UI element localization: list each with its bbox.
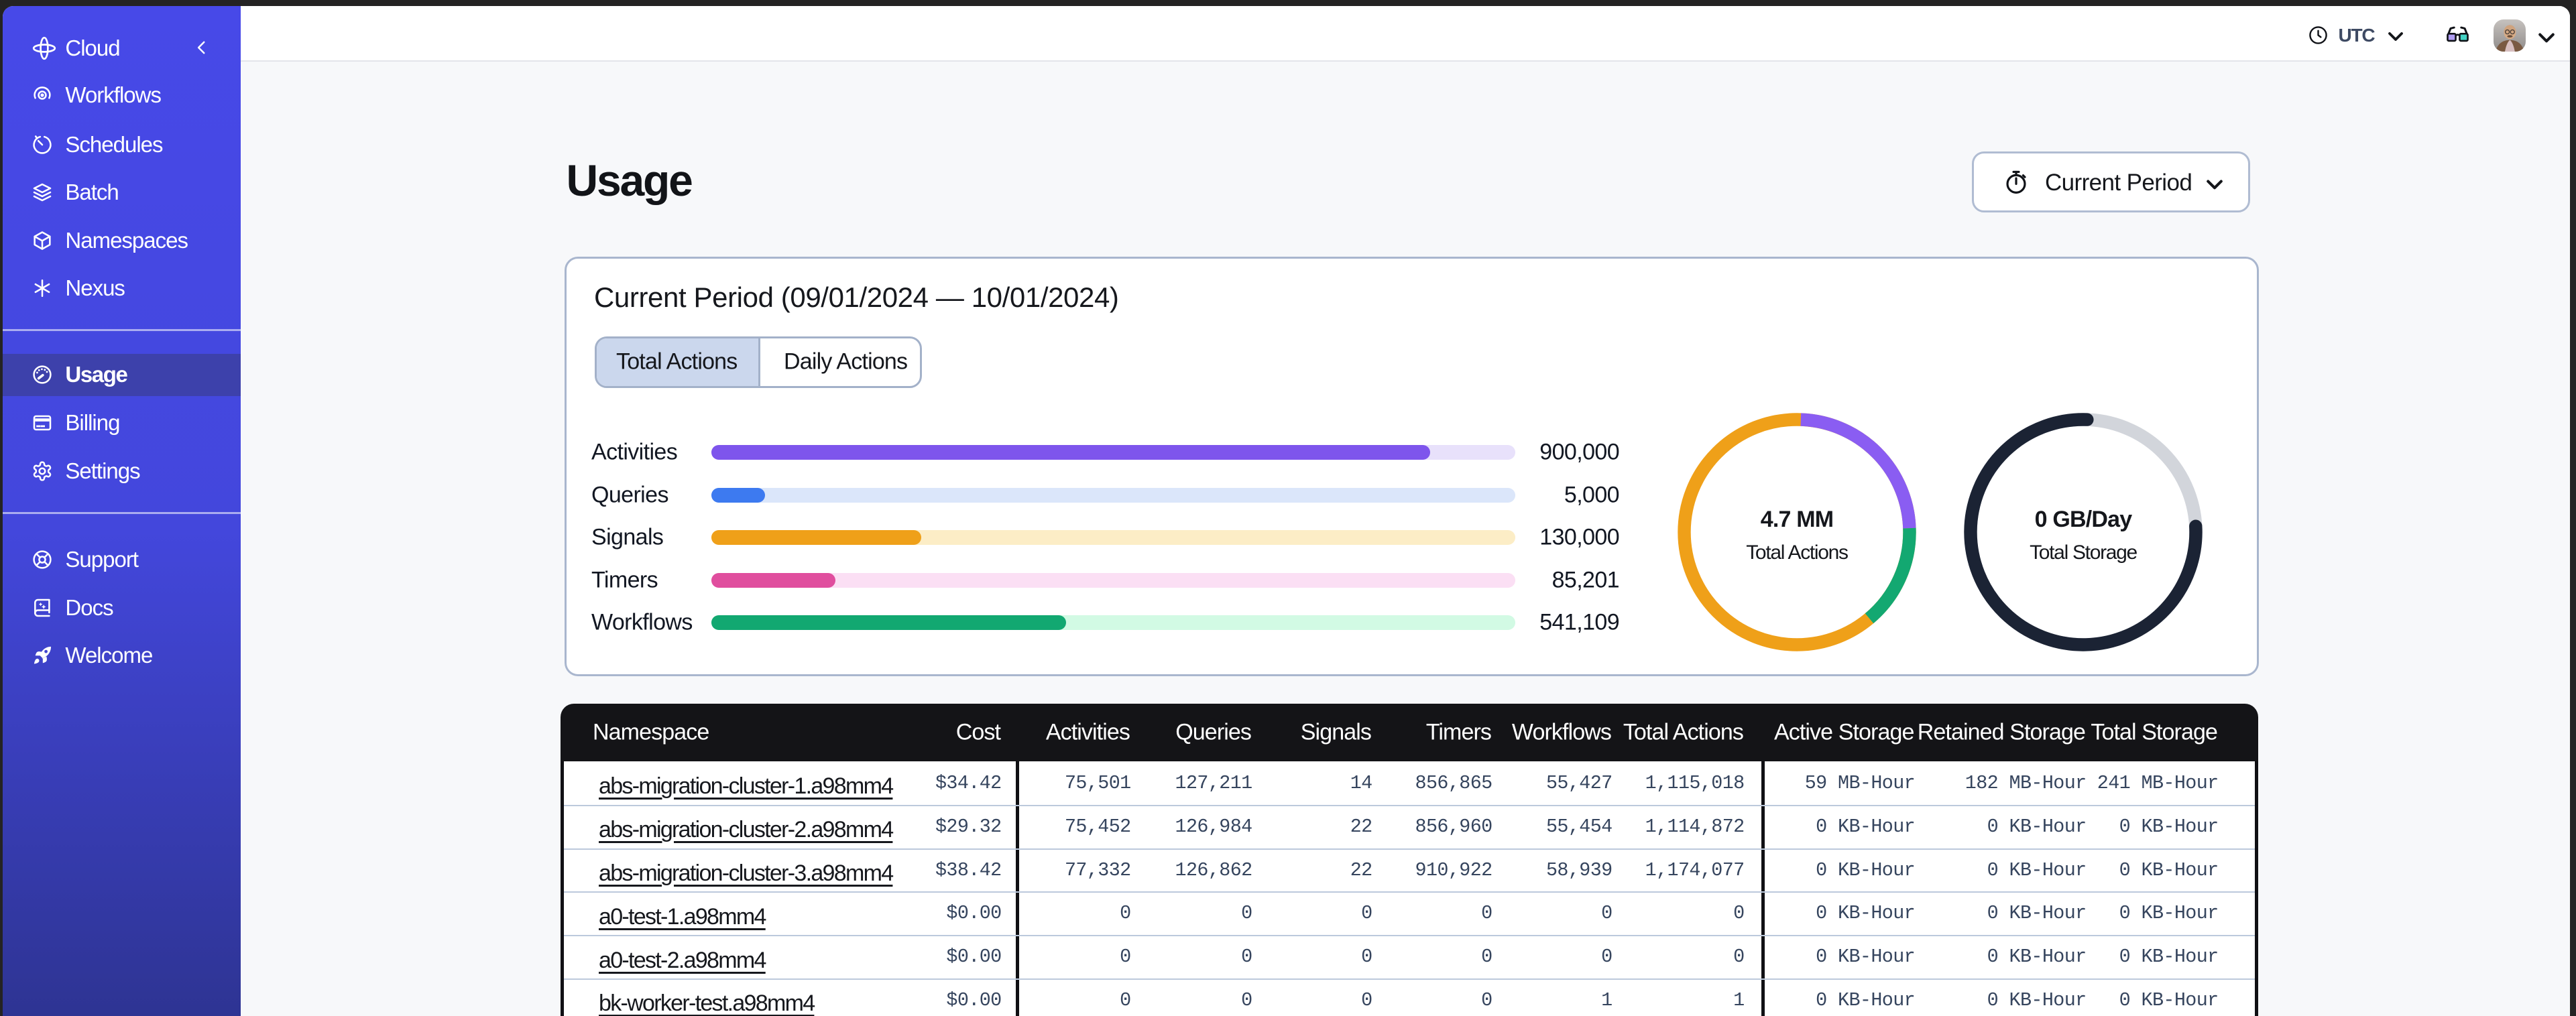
svg-text:Total Actions: Total Actions	[1746, 542, 1848, 564]
svg-text:Total Storage: Total Storage	[2030, 542, 2137, 564]
svg-text:4.7 MM: 4.7 MM	[1761, 507, 1834, 532]
svg-text:0 GB/Day: 0 GB/Day	[2035, 507, 2133, 532]
